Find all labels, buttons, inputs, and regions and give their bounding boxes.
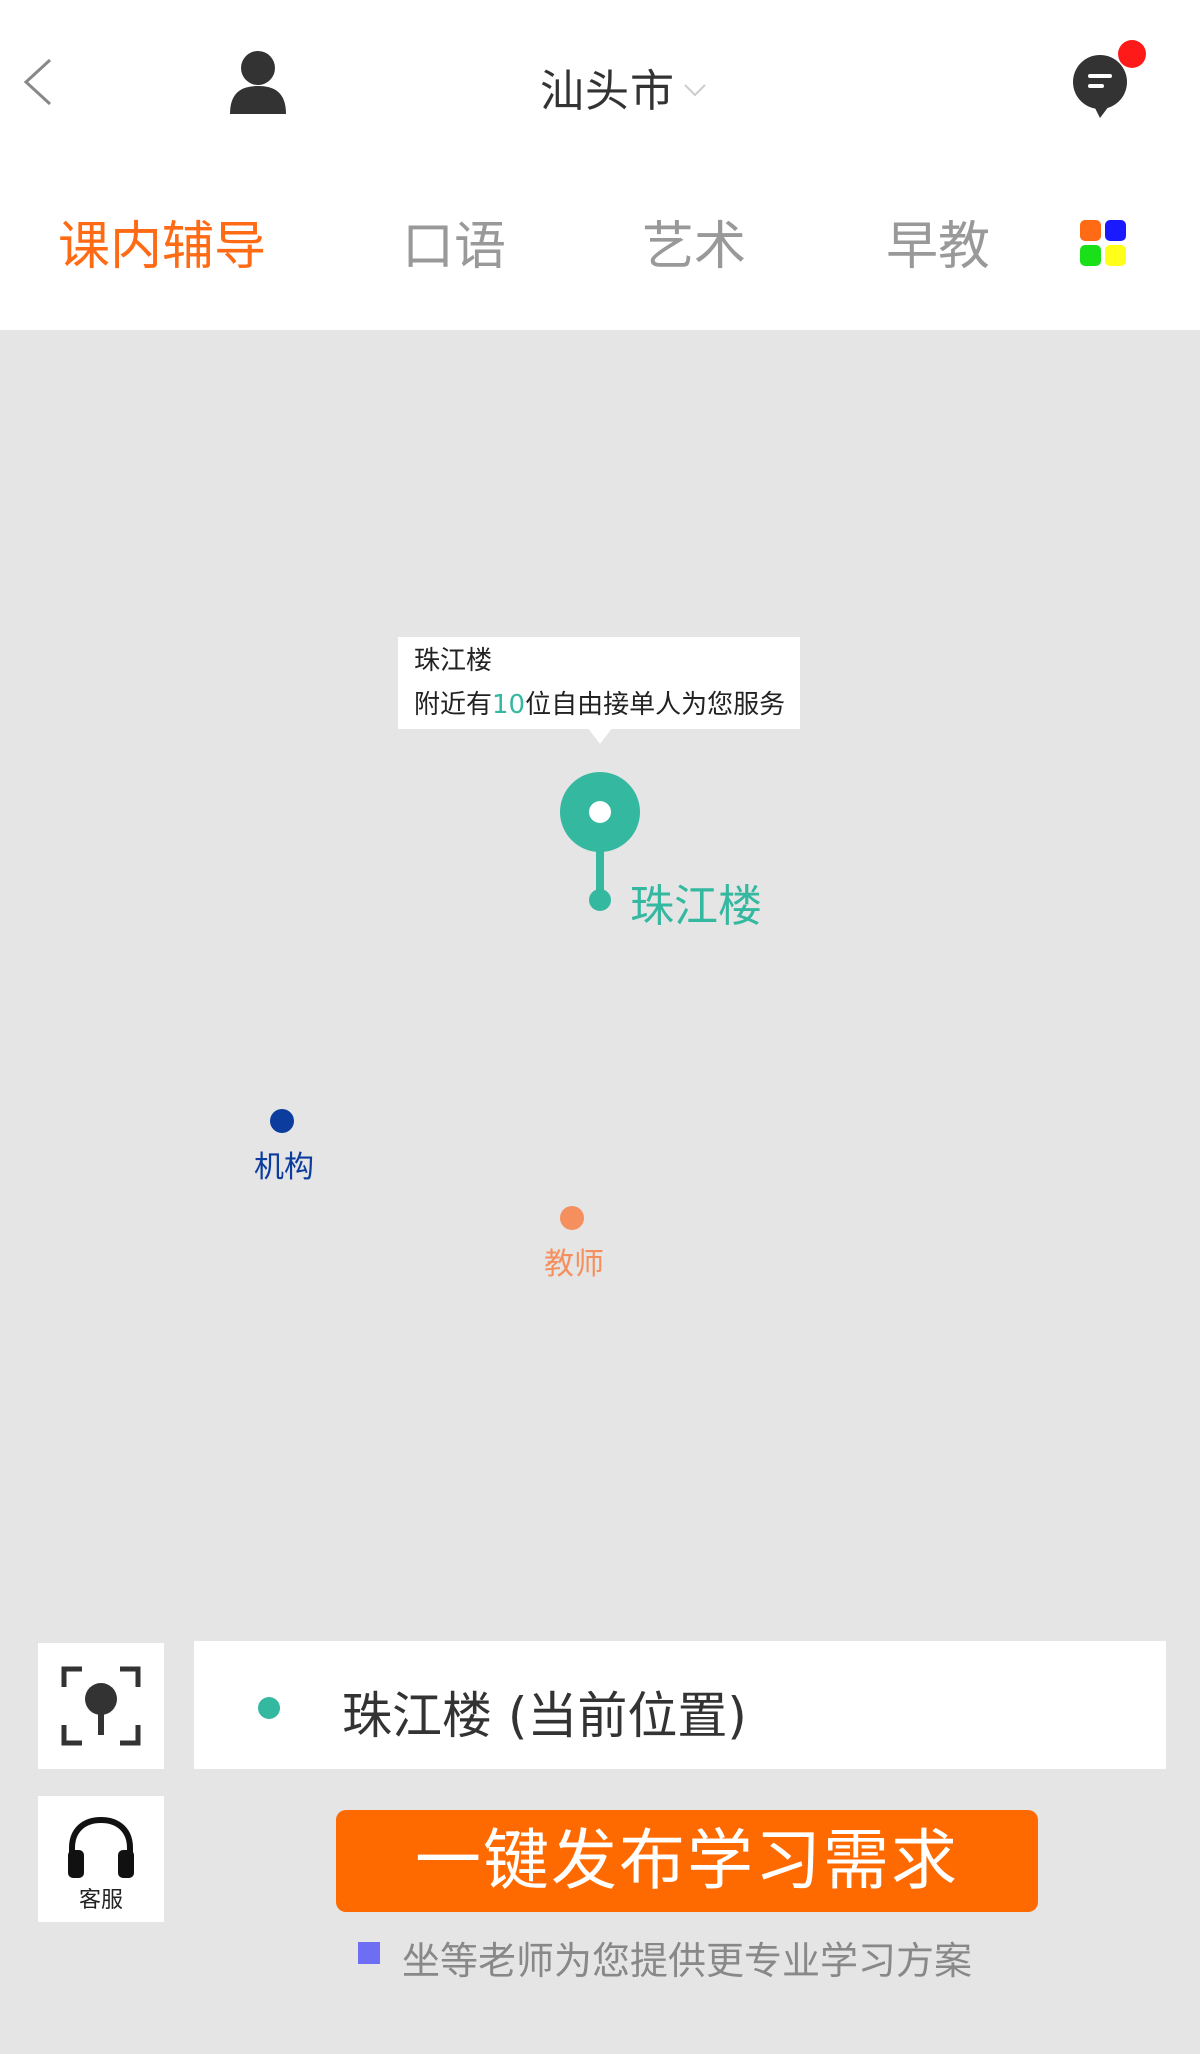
customer-service-label: 客服	[78, 1888, 123, 1913]
info-window-pointer	[588, 728, 612, 744]
top-bar: 汕头市	[0, 0, 1200, 170]
teacher-marker	[560, 1206, 584, 1230]
unread-badge	[1118, 40, 1146, 68]
location-info-window: 珠江楼 附近有10位自由接单人为您服务	[398, 637, 800, 729]
category-tabs: 课内辅导 口语 艺术 早教	[0, 170, 1200, 330]
back-button[interactable]	[14, 52, 74, 112]
info-window-title: 珠江楼	[414, 646, 493, 676]
info-desc-prefix: 附近有	[414, 690, 493, 720]
organization-label: 机构	[254, 1150, 314, 1185]
more-categories-button[interactable]	[1080, 220, 1128, 268]
locate-button[interactable]	[38, 1643, 164, 1769]
teacher-label: 教师	[544, 1247, 604, 1282]
user-icon	[230, 51, 286, 114]
tab-tutoring[interactable]: 课内辅导	[58, 212, 266, 282]
headset-icon	[68, 1816, 134, 1878]
nearby-count: 10	[492, 690, 526, 720]
current-location-dot	[258, 1697, 280, 1719]
map-view[interactable]: 珠江楼 附近有10位自由接单人为您服务 珠江楼 机构 教师	[0, 330, 1200, 2054]
grid-menu-icon	[1080, 220, 1101, 241]
hint-bullet	[358, 1942, 380, 1964]
pin-label: 珠江楼	[630, 881, 762, 932]
tab-oral-english[interactable]: 口语	[402, 212, 506, 282]
info-window-description: 附近有10位自由接单人为您服务	[414, 683, 800, 727]
organization-marker	[270, 1109, 294, 1133]
profile-button[interactable]	[228, 50, 288, 116]
chevron-left-icon	[23, 58, 52, 106]
city-selector[interactable]: 汕头市	[540, 52, 709, 122]
customer-service-button[interactable]: 客服	[38, 1796, 164, 1922]
hint-text: 坐等老师为您提供更专业学习方案	[402, 1939, 973, 1983]
city-name: 汕头市	[540, 66, 675, 117]
locate-icon	[61, 1666, 141, 1746]
current-location-text: 珠江楼 (当前位置)	[342, 1687, 747, 1745]
tab-early-education[interactable]: 早教	[886, 212, 990, 282]
publish-request-button[interactable]: 一键发布学习需求	[336, 1810, 1038, 1912]
chevron-down-icon	[684, 84, 706, 97]
tab-art[interactable]: 艺术	[642, 212, 746, 282]
info-desc-suffix: 位自由接单人为您服务	[525, 690, 786, 720]
